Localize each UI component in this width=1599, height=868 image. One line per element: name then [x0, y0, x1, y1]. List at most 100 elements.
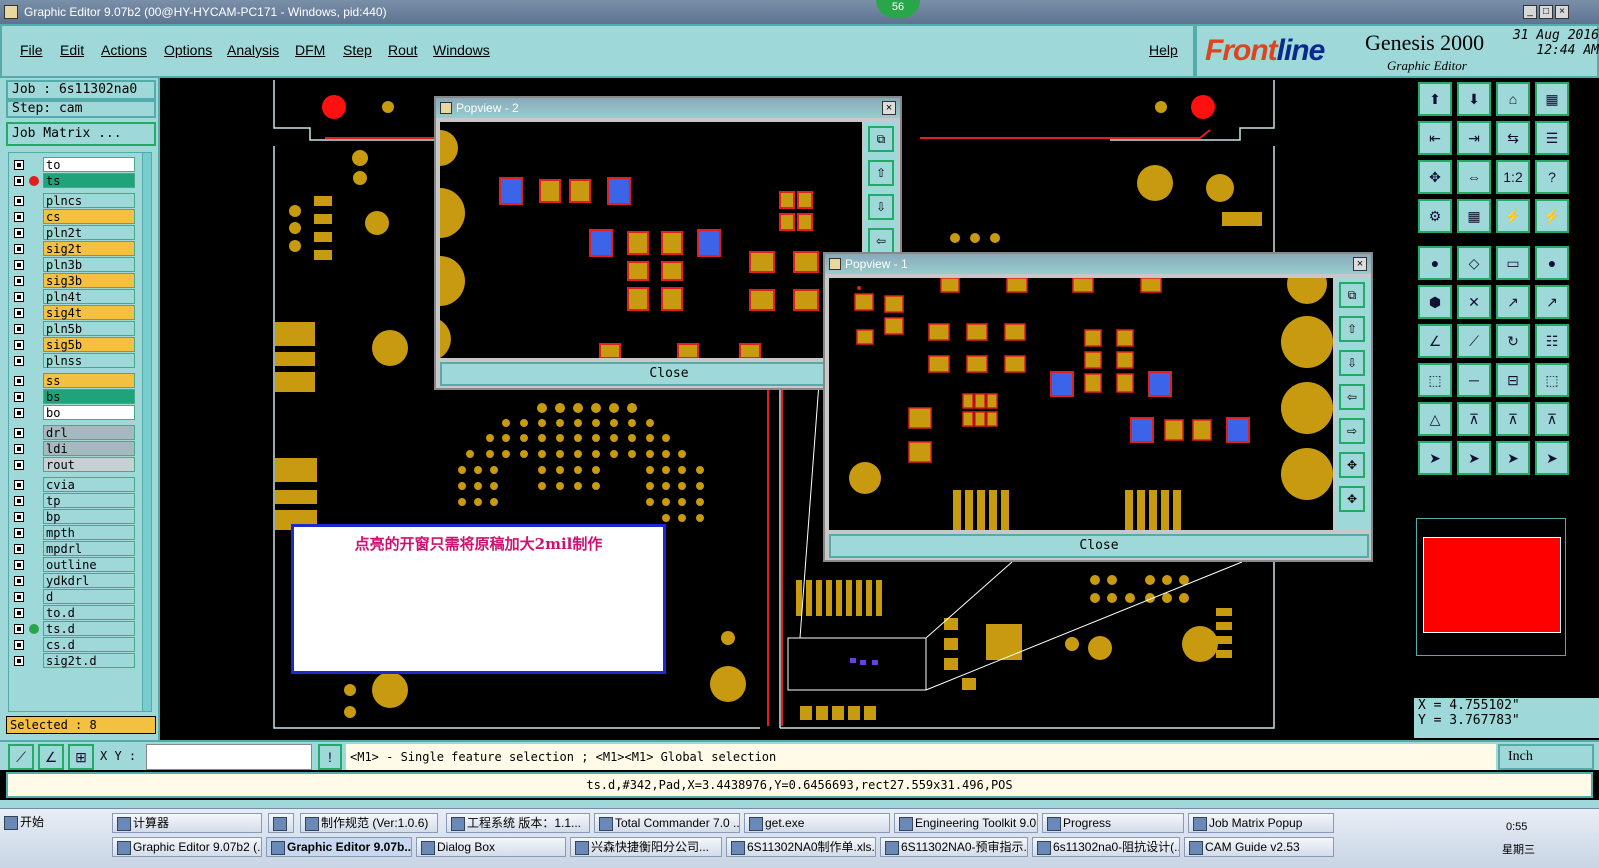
layer-row[interactable]: tp	[9, 493, 139, 509]
pan-left-icon[interactable]: ⇤	[1418, 121, 1452, 155]
layer-checkbox[interactable]	[14, 496, 24, 506]
layer-row[interactable]: bp	[9, 509, 139, 525]
job-matrix-button[interactable]: Job Matrix ...	[6, 122, 156, 146]
grid-icon[interactable]: ⊞	[68, 744, 94, 770]
scale-icon[interactable]: 1:2	[1496, 160, 1530, 194]
layer-checkbox[interactable]	[14, 512, 24, 522]
frame-icon[interactable]: ⬚	[1418, 363, 1452, 397]
taskbar-item[interactable]: get.exe	[744, 813, 890, 833]
grid-icon[interactable]: ▦	[1457, 199, 1491, 233]
layer-checkbox[interactable]	[14, 624, 24, 634]
popview-2-zoom-icon[interactable]: ⧉	[868, 126, 894, 152]
arch-3-icon[interactable]: ⊼	[1535, 402, 1569, 436]
layer-checkbox[interactable]	[14, 544, 24, 554]
select-2-icon[interactable]: ➤	[1457, 441, 1491, 475]
popview-2-pan-down-icon[interactable]: ⇩	[868, 194, 894, 220]
zoom-in-icon[interactable]: ⬆	[1418, 82, 1452, 116]
layer-list[interactable]: to ts plncs cs pln2t sig2t pln3b sig3b pln4t sig4…	[8, 152, 148, 712]
layer-checkbox[interactable]	[14, 528, 24, 538]
tray-clock[interactable]: 0:55	[1506, 821, 1527, 833]
arrow-2-icon[interactable]: ↗	[1535, 285, 1569, 319]
layer-row[interactable]: cvia	[9, 477, 139, 493]
popview-1-fit-icon[interactable]: ✥	[1339, 452, 1365, 478]
layer-checkbox[interactable]	[14, 228, 24, 238]
layer-row[interactable]: mpth	[9, 525, 139, 541]
taskbar-item[interactable]: Progress	[1042, 813, 1184, 833]
start-button[interactable]: 开始	[0, 813, 100, 833]
cross-icon[interactable]: ✕	[1457, 285, 1491, 319]
taskbar-item[interactable]: 6s11302na0-阻抗设计(...	[1032, 837, 1180, 857]
menu-step[interactable]: Step	[343, 42, 372, 58]
polygon-icon[interactable]: ◇	[1457, 246, 1491, 280]
popview-2-pan-up-icon[interactable]: ⇧	[868, 160, 894, 186]
popview-1-pan-left-icon[interactable]: ⇦	[1339, 384, 1365, 410]
box-icon[interactable]: ⬚	[1535, 363, 1569, 397]
snap-icon[interactable]: ⟋	[8, 744, 34, 770]
layer-row[interactable]: cs.d	[9, 637, 139, 653]
layer-checkbox[interactable]	[14, 244, 24, 254]
xy-input[interactable]	[146, 744, 312, 770]
layer-checkbox[interactable]	[14, 656, 24, 666]
taskbar-item[interactable]: 6S11302NA0制作单.xls...	[726, 837, 876, 857]
arch-2-icon[interactable]: ⊼	[1496, 402, 1530, 436]
menu-dfm[interactable]: DFM	[295, 42, 325, 58]
layers-icon[interactable]: ☰	[1535, 121, 1569, 155]
slope-icon[interactable]: ⟋	[1457, 324, 1491, 358]
layer-list-scrollbar[interactable]	[142, 152, 152, 712]
window-icon[interactable]: ▦	[1535, 82, 1569, 116]
taskbar-item[interactable]: Dialog Box	[416, 837, 566, 857]
layer-checkbox[interactable]	[14, 160, 24, 170]
close-icon[interactable]: ×	[1555, 5, 1569, 19]
select-3-icon[interactable]: ➤	[1496, 441, 1530, 475]
layer-row[interactable]: sig2t.d	[9, 653, 139, 669]
menu-help[interactable]: Help	[1149, 42, 1178, 58]
taskbar-item[interactable]: 工程系统 版本：1.1...	[446, 813, 590, 833]
layer-row[interactable]: sig4t	[9, 305, 139, 321]
layer-row[interactable]: pln4t	[9, 289, 139, 305]
taskbar-item[interactable]: Graphic Editor 9.07b2 (...	[112, 837, 262, 857]
help-icon[interactable]: ?	[1535, 160, 1569, 194]
menu-analysis[interactable]: Analysis	[227, 42, 279, 58]
triangle-icon[interactable]: △	[1418, 402, 1452, 436]
rotate-icon[interactable]: ↻	[1496, 324, 1530, 358]
taskbar-item[interactable]: Total Commander 7.0 ...	[594, 813, 740, 833]
taskbar-item[interactable]: 兴森快捷衡阳分公司...	[570, 837, 722, 857]
zoom-out-icon[interactable]: ⬇	[1457, 82, 1491, 116]
popview-2-pan-left-icon[interactable]: ⇦	[868, 228, 894, 254]
fit-icon[interactable]: ✥	[1418, 160, 1452, 194]
pan-right-icon[interactable]: ⇥	[1457, 121, 1491, 155]
menu-windows[interactable]: Windows	[433, 42, 490, 58]
select-icon[interactable]: ➤	[1418, 441, 1452, 475]
layer-checkbox[interactable]	[14, 480, 24, 490]
layer-row[interactable]: outline	[9, 557, 139, 573]
layer-row[interactable]: plncs	[9, 193, 139, 209]
layer-checkbox[interactable]	[14, 392, 24, 402]
menu-edit[interactable]: Edit	[60, 42, 84, 58]
layer-row[interactable]: sig5b	[9, 337, 139, 353]
circle-icon[interactable]: ●	[1535, 246, 1569, 280]
layer-checkbox[interactable]	[14, 260, 24, 270]
layer-checkbox[interactable]	[14, 276, 24, 286]
layer-row[interactable]: ts.d	[9, 621, 139, 637]
layer-checkbox[interactable]	[14, 608, 24, 618]
layer-checkbox[interactable]	[14, 444, 24, 454]
layer-row[interactable]: plnss	[9, 353, 139, 369]
dash-icon[interactable]: ─	[1457, 363, 1491, 397]
popview-1-zoom-icon[interactable]: ⧉	[1339, 282, 1365, 308]
line-icon[interactable]: ▭	[1496, 246, 1530, 280]
minimap-view-rect[interactable]	[1423, 537, 1561, 633]
arch-icon[interactable]: ⊼	[1457, 402, 1491, 436]
layer-checkbox[interactable]	[14, 324, 24, 334]
layer-row[interactable]: d	[9, 589, 139, 605]
popview-1-pan-down-icon[interactable]: ⇩	[1339, 350, 1365, 376]
layer-row[interactable]: ts	[9, 173, 139, 189]
taskbar-item[interactable]: 制作规范 (Ver:1.0.6)	[300, 813, 438, 833]
popview-1-close-button[interactable]: Close	[829, 534, 1369, 558]
popview-1-pan-up-icon[interactable]: ⇧	[1339, 316, 1365, 342]
menu-file[interactable]: File	[20, 42, 43, 58]
arrow-icon[interactable]: ↗	[1496, 285, 1530, 319]
popview-2-canvas[interactable]	[440, 122, 862, 358]
menu-rout[interactable]: Rout	[388, 42, 418, 58]
minimap[interactable]	[1416, 518, 1566, 656]
layer-checkbox[interactable]	[14, 428, 24, 438]
